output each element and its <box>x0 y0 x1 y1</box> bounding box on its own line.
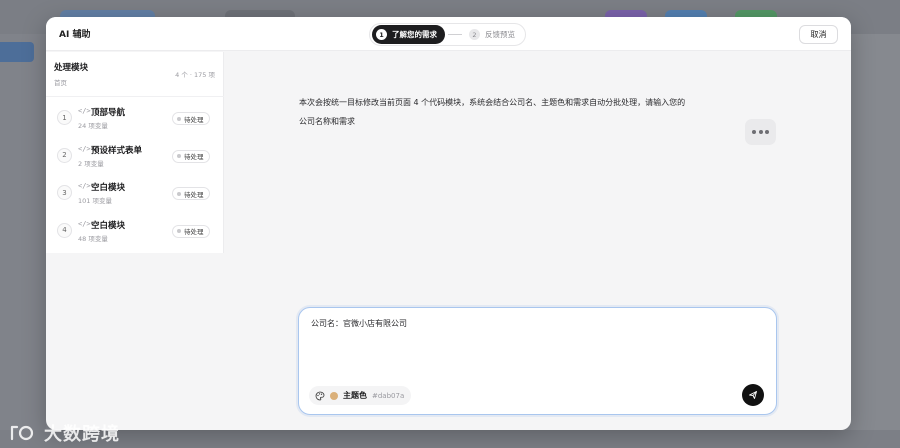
send-icon <box>749 391 757 399</box>
theme-color-chip[interactable]: 主题色 #dab07a <box>309 386 412 405</box>
module-list: 1 </> 顶部导航 24 项变量 待处理 2 </> 预设样式表单 2 项变量… <box>46 101 224 251</box>
module-name: 顶部导航 <box>91 108 126 118</box>
palette-icon <box>315 386 325 405</box>
watermark-text: 大数跨境 <box>44 424 120 445</box>
module-name: 预设样式表单 <box>91 145 143 156</box>
status-dot-icon <box>177 191 181 196</box>
step-feedback-preview[interactable]: 2 反馈预览 <box>465 25 523 44</box>
dot-icon <box>752 130 756 134</box>
more-options-button[interactable] <box>745 119 776 145</box>
module-name: 空白模块 <box>91 183 126 193</box>
dialog-header: AI 辅助 1 了解您的需求 2 反馈预览 取消 <box>46 17 851 51</box>
code-icon: </> <box>78 182 91 190</box>
module-panel-header: 处理模块 首页 <box>54 61 88 87</box>
send-button[interactable] <box>742 384 764 406</box>
divider <box>46 96 224 97</box>
status-dot-icon <box>177 229 181 233</box>
watermark-logo: 大数跨境 <box>8 420 120 446</box>
background-bottom <box>0 430 900 448</box>
module-count: 4 个 · 175 项 <box>175 71 215 79</box>
step-label: 反馈预览 <box>485 30 515 39</box>
status-text: 待处理 <box>184 190 204 199</box>
background-sidebar <box>0 34 46 448</box>
module-panel: 处理模块 首页 4 个 · 175 项 1 </> 顶部导航 24 项变量 待处… <box>46 52 224 253</box>
status-badge: 待处理 <box>172 112 210 125</box>
theme-color-hex: #dab07a <box>372 391 405 400</box>
module-name: 空白模块 <box>91 220 126 231</box>
module-index: 1 <box>57 110 72 125</box>
step-indicator: 1 了解您的需求 2 反馈预览 <box>369 23 526 46</box>
status-badge: 待处理 <box>172 187 210 200</box>
module-index: 4 <box>57 222 72 238</box>
code-icon: </> <box>78 107 91 115</box>
module-index: 2 <box>57 147 72 163</box>
assistant-message: 本次会按统一目标修改当前页面 4 个代码模块，系统会结合公司名、主题色和需求自动… <box>299 93 739 131</box>
module-item[interactable]: 4 </> 空白模块 48 项变量 待处理 <box>46 214 224 252</box>
step-number: 2 <box>469 29 480 40</box>
module-item[interactable]: 3 </> 空白模块 101 项变量 待处理 <box>46 176 224 214</box>
module-variable-count: 24 项变量 <box>78 122 108 130</box>
status-badge: 待处理 <box>172 149 210 163</box>
status-text: 待处理 <box>184 228 204 236</box>
status-dot-icon <box>177 116 181 121</box>
module-variable-count: 101 项变量 <box>78 197 112 205</box>
module-variable-count: 48 项变量 <box>78 234 108 243</box>
status-text: 待处理 <box>184 153 204 161</box>
background-right-panel <box>851 34 900 448</box>
assistant-message-line: 公司名称和需求 <box>299 117 355 126</box>
step-understand-needs[interactable]: 1 了解您的需求 <box>372 25 445 44</box>
code-icon: </> <box>78 219 91 228</box>
brand-logo-icon <box>10 425 34 441</box>
step-number: 1 <box>376 29 387 40</box>
cancel-button[interactable]: 取消 <box>799 25 838 44</box>
module-item[interactable]: 2 </> 预设样式表单 2 项变量 待处理 <box>46 139 224 177</box>
ai-assist-dialog: AI 辅助 1 了解您的需求 2 反馈预览 取消 处理模块 首页 4 个 · 1… <box>46 17 851 430</box>
status-badge: 待处理 <box>172 224 210 238</box>
step-connector <box>448 34 462 35</box>
dot-icon <box>765 130 769 134</box>
theme-color-label: 主题色 <box>343 391 367 400</box>
module-panel-subtitle: 首页 <box>54 79 67 87</box>
step-label: 了解您的需求 <box>392 30 437 39</box>
dot-icon <box>758 130 763 134</box>
assistant-message-line: 本次会按统一目标修改当前页面 4 个代码模块，系统会结合公司名、主题色和需求自动… <box>299 98 686 107</box>
composer-input[interactable]: 公司名：官微小店有限公司 <box>311 318 407 329</box>
module-panel-title: 处理模块 <box>54 63 89 73</box>
theme-color-swatch <box>330 391 338 400</box>
message-composer[interactable]: 公司名：官微小店有限公司 主题色 #dab07a <box>298 307 777 415</box>
status-text: 待处理 <box>184 115 204 124</box>
module-variable-count: 2 项变量 <box>78 159 104 168</box>
code-icon: </> <box>78 144 91 153</box>
dialog-title: AI 辅助 <box>59 30 91 40</box>
module-item[interactable]: 1 </> 顶部导航 24 项变量 待处理 <box>46 101 224 139</box>
module-index: 3 <box>57 185 72 200</box>
status-dot-icon <box>177 154 181 158</box>
